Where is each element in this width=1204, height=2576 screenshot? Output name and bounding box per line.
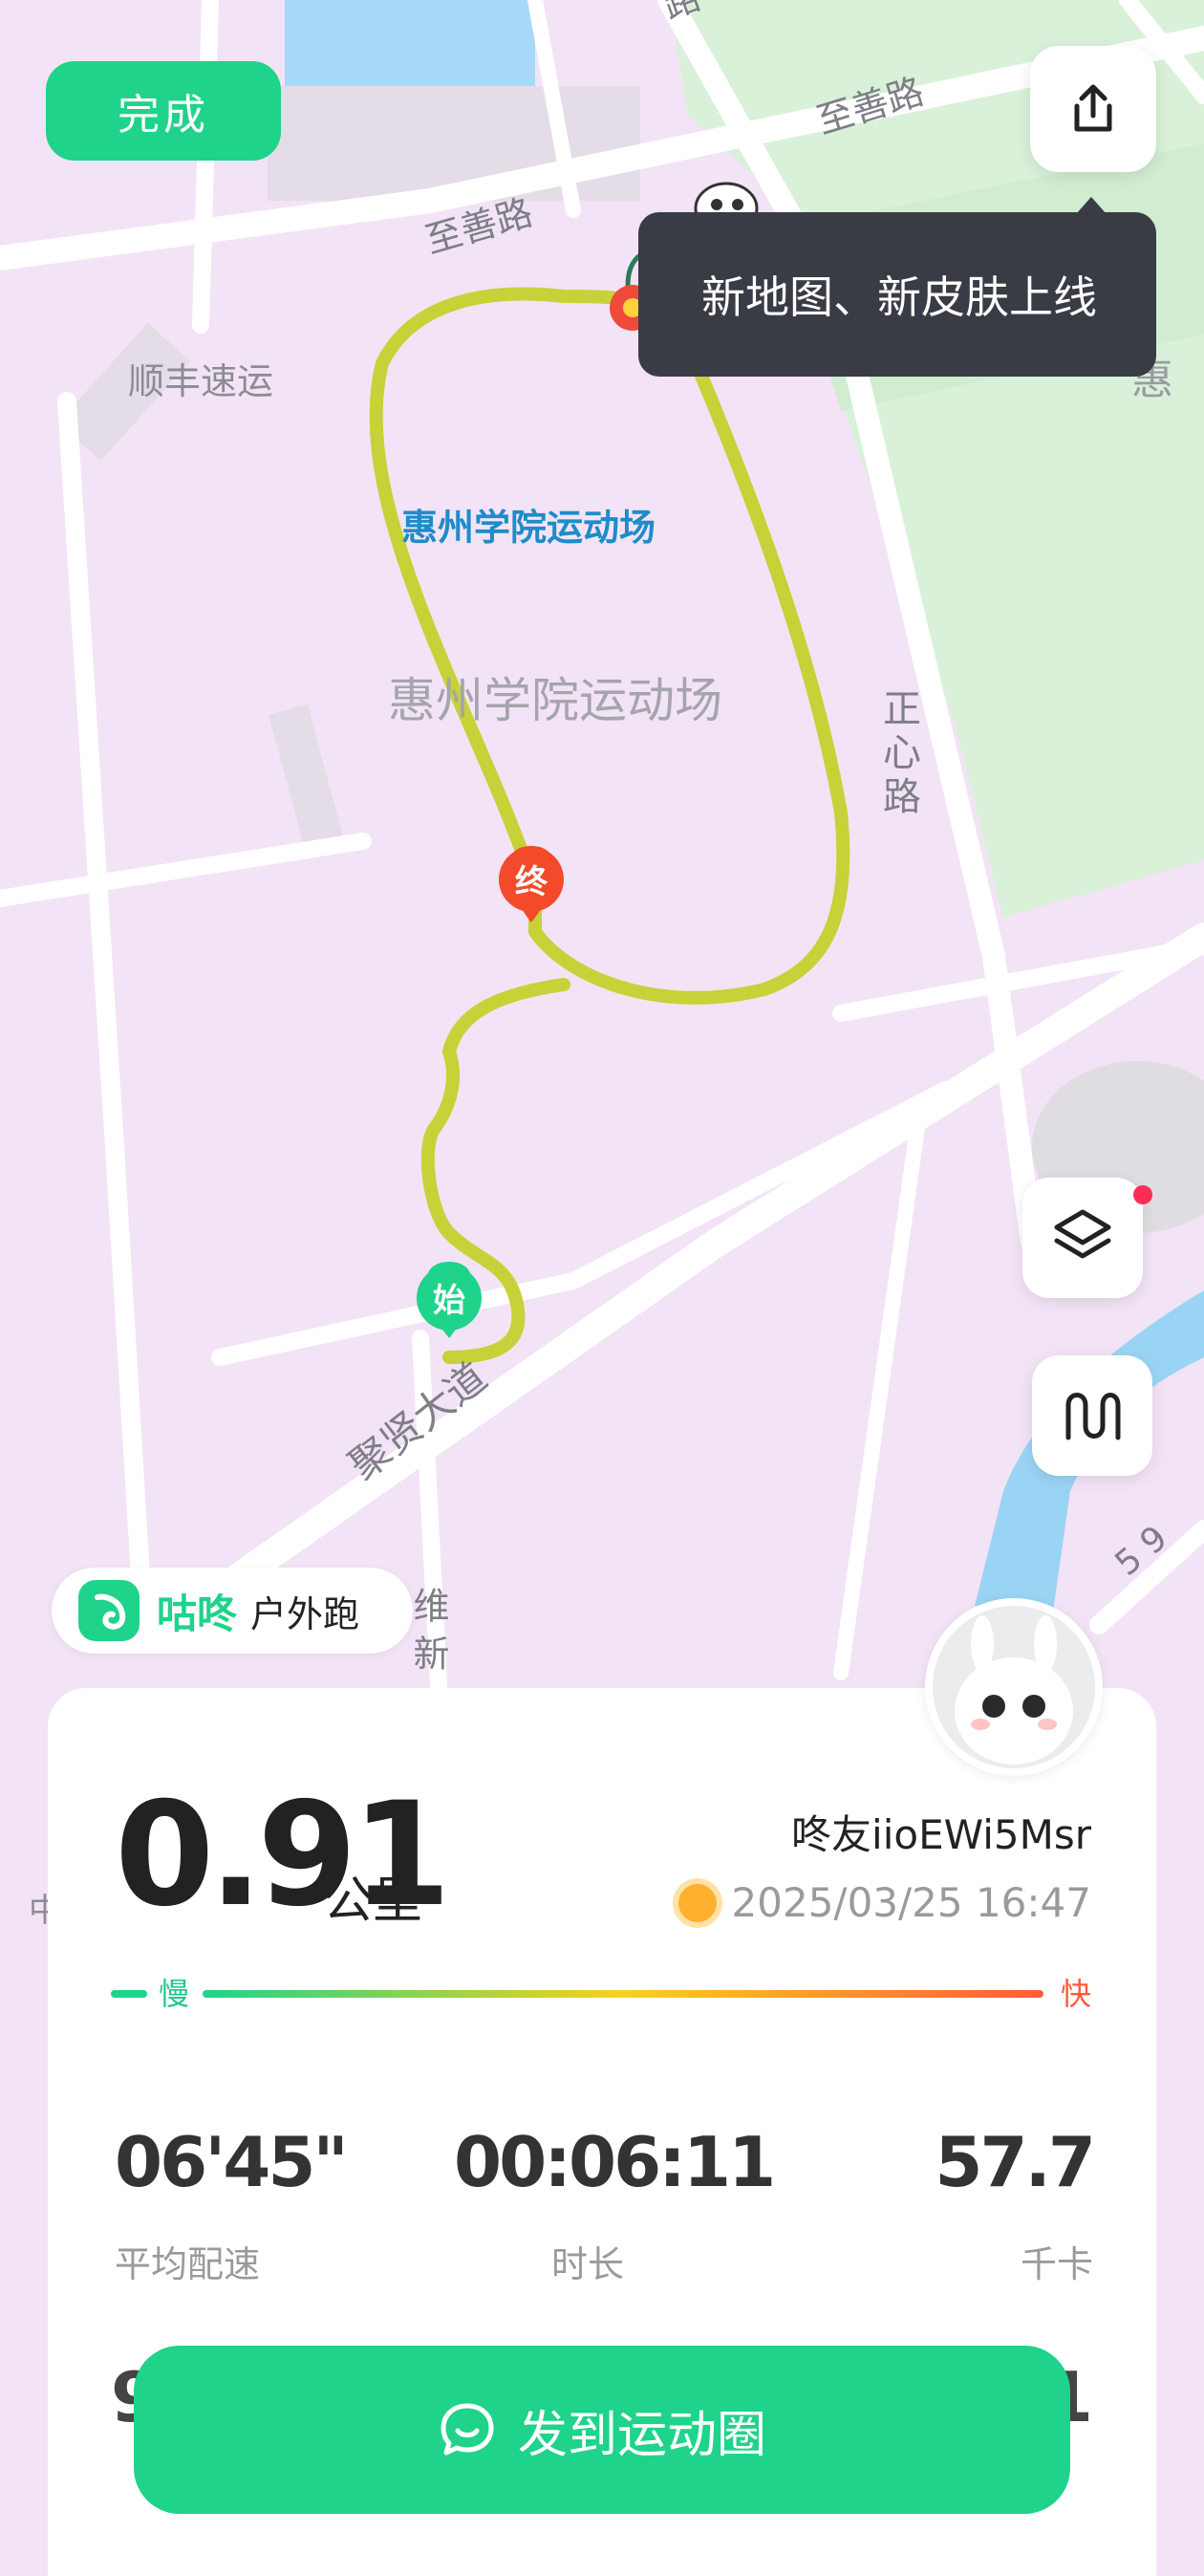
stat-value: 57.7 (935, 2122, 1096, 2202)
tooltip-text: 新地图、新皮肤上线 (701, 271, 1097, 323)
start-marker-label: 始 (433, 1282, 465, 1320)
stat-duration: 00:06:11 时长 (454, 2122, 776, 2287)
fast-label: 快 (1061, 1976, 1092, 2012)
pace-color-legend: 慢 快 (111, 1975, 1095, 2013)
sun-weather-icon (677, 1883, 717, 1922)
notification-dot (1133, 1185, 1152, 1204)
place-label-stadium-large: 惠州学院运动场 (388, 673, 722, 728)
share-button[interactable] (1030, 46, 1156, 172)
road-label-weixin: 维新 (407, 1587, 449, 1682)
road-label-zhengxin: 正心路 (876, 688, 920, 820)
stat-label: 平均配速 (115, 2243, 261, 2285)
share-icon (1074, 84, 1112, 132)
route-style-button[interactable] (1032, 1355, 1152, 1476)
place-label-shunfeng: 顺丰速运 (128, 360, 273, 402)
datetime-text: 2025/03/25 16:47 (731, 1879, 1091, 1926)
done-button[interactable]: 完成 (46, 61, 281, 161)
post-button-label: 发到运动圈 (517, 2406, 766, 2464)
place-label-stadium: 惠州学院运动场 (401, 507, 656, 549)
workout-datetime: 2025/03/25 16:47 (677, 1879, 1091, 1926)
water-area (285, 0, 535, 96)
brand-badge: 咕咚 户外跑 (52, 1568, 413, 1654)
end-marker-label: 终 (515, 863, 548, 901)
new-feature-tooltip[interactable]: 新地图、新皮肤上线 (638, 212, 1156, 377)
sport-type: 户外跑 (250, 1592, 360, 1635)
stat-avg-pace: 06'45" 平均配速 (115, 2122, 349, 2287)
username[interactable]: 咚友iioEWi5Msr (791, 1803, 1091, 1861)
chat-bubble-icon (441, 2403, 494, 2456)
codoon-logo-icon (78, 1580, 140, 1641)
distance-unit: 公里 (323, 1872, 423, 1930)
stat-value: 00:06:11 (454, 2122, 776, 2202)
route-wave-icon (1065, 1393, 1121, 1440)
stat-calories: 57.7 千卡 (935, 2122, 1096, 2287)
slow-label: 慢 (159, 1976, 190, 2012)
stat-label: 时长 (550, 2243, 624, 2285)
post-to-feed-button[interactable]: 发到运动圈 (134, 2346, 1070, 2514)
map-layers-button[interactable] (1022, 1178, 1143, 1298)
layers-icon (1054, 1209, 1111, 1259)
avatar[interactable] (925, 1598, 1103, 1776)
brand-name: 咕咚 (157, 1590, 238, 1637)
stat-value: 06'45" (115, 2122, 349, 2202)
stat-label: 千卡 (1020, 2243, 1093, 2285)
